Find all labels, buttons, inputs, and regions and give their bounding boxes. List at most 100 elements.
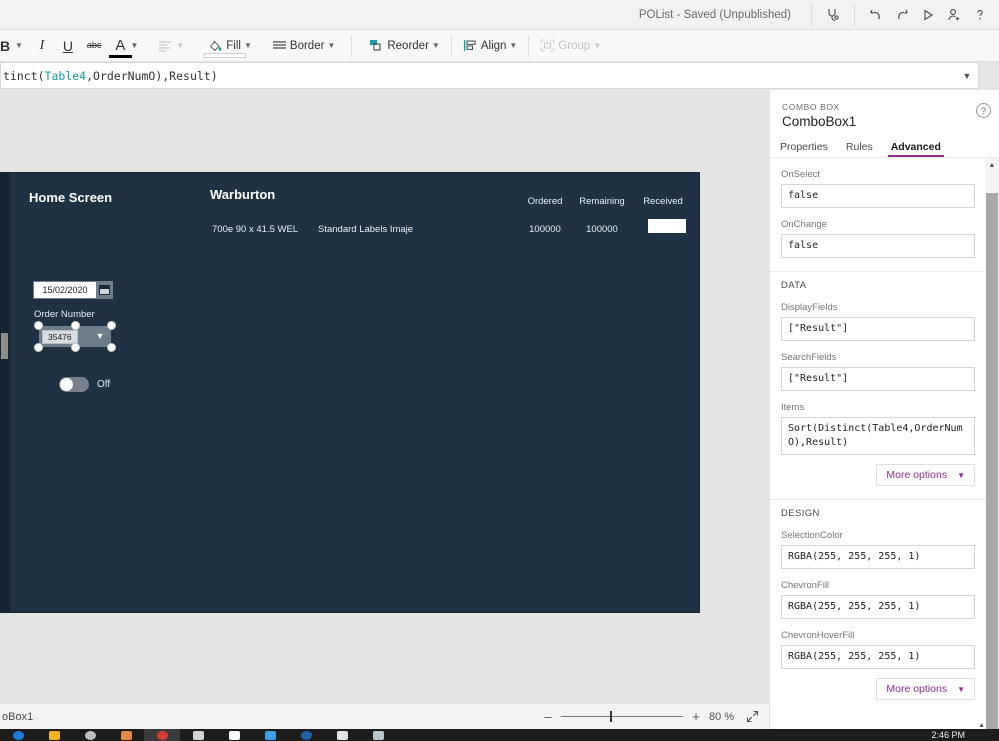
resize-handle-top-right[interactable] bbox=[107, 321, 116, 330]
taskbar-app-media[interactable] bbox=[252, 729, 288, 741]
taskbar-clock[interactable]: 2:46 PM bbox=[931, 729, 965, 741]
more-options-button-data[interactable]: More options ▼ bbox=[876, 464, 975, 486]
formula-bar[interactable]: tinct(Table4,OrderNumO),Result) ▼ bbox=[0, 62, 979, 89]
customer-heading-label[interactable]: Warburton bbox=[210, 187, 275, 202]
taskbar-app-mail[interactable] bbox=[216, 729, 252, 741]
tab-rules[interactable]: Rules bbox=[846, 141, 873, 157]
more-options-button-design[interactable]: More options ▼ bbox=[876, 678, 975, 700]
help-icon[interactable] bbox=[967, 2, 993, 28]
chevronhoverfill-input[interactable]: RGBA(255, 255, 255, 1) bbox=[781, 645, 975, 669]
searchfields-input[interactable]: ["Result"] bbox=[781, 367, 975, 391]
border-button[interactable]: Border ▼ bbox=[266, 33, 341, 59]
app-canvas[interactable]: Home Screen Warburton 700e 90 x 41.5 WEL… bbox=[0, 172, 700, 613]
bold-button[interactable]: B ▼ bbox=[0, 33, 29, 59]
chevron-down-icon: ▼ bbox=[593, 41, 602, 50]
taskbar-app-edge[interactable] bbox=[0, 729, 36, 741]
toggle-switch[interactable] bbox=[59, 377, 89, 392]
taskbar-app-printer[interactable] bbox=[324, 729, 360, 741]
product-label-label[interactable]: Standard Labels Imaje bbox=[318, 224, 413, 235]
field-displayfields: DisplayFields ["Result"] bbox=[770, 302, 986, 341]
resize-handle-bottom-right[interactable] bbox=[107, 343, 116, 352]
calendar-icon[interactable] bbox=[96, 281, 113, 299]
date-picker[interactable]: 15/02/2020 bbox=[33, 281, 113, 299]
chevron-down-icon: ▼ bbox=[431, 41, 440, 50]
font-color-button[interactable]: A ▼ bbox=[107, 33, 144, 59]
divider bbox=[854, 3, 855, 26]
app-checker-icon[interactable] bbox=[820, 2, 846, 28]
formula-input[interactable]: tinct(Table4,OrderNumO),Result) bbox=[1, 69, 956, 83]
tab-advanced[interactable]: Advanced bbox=[887, 141, 945, 157]
tray-expand-chevron-up-icon[interactable]: ▲ bbox=[978, 722, 985, 729]
italic-button[interactable]: I bbox=[29, 33, 55, 59]
field-label: SelectionColor bbox=[781, 530, 843, 541]
zoom-out-button[interactable]: – bbox=[542, 709, 554, 724]
tab-properties[interactable]: Properties bbox=[780, 141, 828, 157]
zoom-controls: – + 80 % bbox=[542, 709, 769, 724]
resize-handle-top-left[interactable] bbox=[34, 321, 43, 330]
scroll-up-arrow-icon[interactable]: ▲ bbox=[985, 158, 999, 172]
toggle-group[interactable]: Off bbox=[59, 377, 110, 392]
fill-label: Fill bbox=[226, 39, 241, 52]
selectioncolor-input[interactable]: RGBA(255, 255, 255, 1) bbox=[781, 545, 975, 569]
toggle-label: Off bbox=[97, 379, 111, 390]
align-label: Align bbox=[480, 39, 507, 52]
strikethrough-glyph: abc bbox=[86, 40, 102, 50]
share-icon[interactable] bbox=[941, 2, 967, 28]
date-picker-value[interactable]: 15/02/2020 bbox=[34, 282, 96, 298]
items-input[interactable]: Sort(Distinct(Table4,OrderNumO),Result) bbox=[781, 417, 975, 455]
combobox-selected-chip[interactable]: 35476 bbox=[42, 329, 78, 344]
onchange-input[interactable]: false bbox=[781, 234, 975, 258]
taskbar-app-people[interactable] bbox=[108, 729, 144, 741]
undo-icon[interactable] bbox=[863, 2, 889, 28]
zoom-slider-thumb[interactable] bbox=[610, 711, 612, 722]
strikethrough-button[interactable]: abc bbox=[81, 33, 108, 59]
bold-glyph: B bbox=[0, 37, 11, 54]
taskbar-app-search[interactable] bbox=[72, 729, 108, 741]
onselect-input[interactable]: false bbox=[781, 184, 975, 208]
align-button[interactable]: Align ▼ bbox=[457, 33, 524, 59]
fill-button[interactable]: Fill ▼ bbox=[202, 33, 258, 59]
chevronfill-input[interactable]: RGBA(255, 255, 255, 1) bbox=[781, 595, 975, 619]
field-searchfields: SearchFields ["Result"] bbox=[770, 352, 986, 391]
section-header-data: DATA bbox=[770, 271, 986, 291]
field-label: DisplayFields bbox=[781, 302, 838, 313]
property-panel-body: OnSelect false OnChange false DATA Displ… bbox=[770, 158, 986, 741]
text-align-button[interactable]: ▼ bbox=[152, 33, 190, 59]
chevron-down-icon: ▼ bbox=[957, 684, 965, 694]
more-options-label: More options bbox=[886, 469, 948, 481]
zoom-in-button[interactable]: + bbox=[690, 709, 702, 724]
resize-handle-bottom-left[interactable] bbox=[34, 343, 43, 352]
product-name-label[interactable]: 700e 90 x 41.5 WEL bbox=[212, 224, 298, 235]
zoom-slider[interactable] bbox=[561, 711, 683, 722]
paint-bucket-icon bbox=[208, 39, 223, 53]
group-icon bbox=[540, 39, 555, 52]
preview-icon[interactable] bbox=[915, 2, 941, 28]
resize-handle-bottom-center[interactable] bbox=[70, 343, 80, 352]
formula-expand-chevron-down-icon[interactable]: ▼ bbox=[956, 71, 978, 81]
group-button[interactable]: Group ▼ bbox=[534, 33, 607, 59]
taskbar-app-pen[interactable] bbox=[180, 729, 216, 741]
font-color-glyph: A bbox=[115, 37, 126, 54]
received-input[interactable] bbox=[648, 219, 686, 233]
canvas-gutter-tab[interactable] bbox=[1, 333, 8, 359]
taskbar-app-browser[interactable] bbox=[288, 729, 324, 741]
chevron-down-icon: ▼ bbox=[130, 41, 139, 50]
help-icon[interactable]: ? bbox=[976, 103, 991, 118]
underline-button[interactable]: U bbox=[55, 33, 81, 59]
underline-glyph: U bbox=[62, 37, 73, 54]
property-panel: COMBO BOX ComboBox1 ? Properties Rules A… bbox=[769, 90, 999, 741]
screen-title-label[interactable]: Home Screen bbox=[29, 190, 112, 205]
displayfields-input[interactable]: ["Result"] bbox=[781, 317, 975, 341]
field-label: ChevronFill bbox=[781, 580, 830, 591]
combobox-selection-group[interactable]: 35476 ▾ bbox=[34, 321, 116, 352]
taskbar-app-docs[interactable] bbox=[360, 729, 396, 741]
property-panel-scrollbar[interactable]: ▲ bbox=[985, 158, 999, 741]
scrollbar-thumb[interactable] bbox=[986, 193, 998, 741]
resize-handle-top-center[interactable] bbox=[70, 321, 80, 330]
taskbar-app-explorer[interactable] bbox=[36, 729, 72, 741]
fit-to-screen-icon[interactable] bbox=[746, 710, 759, 723]
taskbar-app-powerapps[interactable] bbox=[144, 729, 180, 741]
reorder-button[interactable]: Reorder ▼ bbox=[363, 33, 445, 59]
redo-icon[interactable] bbox=[889, 2, 915, 28]
chevron-down-icon: ▼ bbox=[243, 41, 252, 50]
